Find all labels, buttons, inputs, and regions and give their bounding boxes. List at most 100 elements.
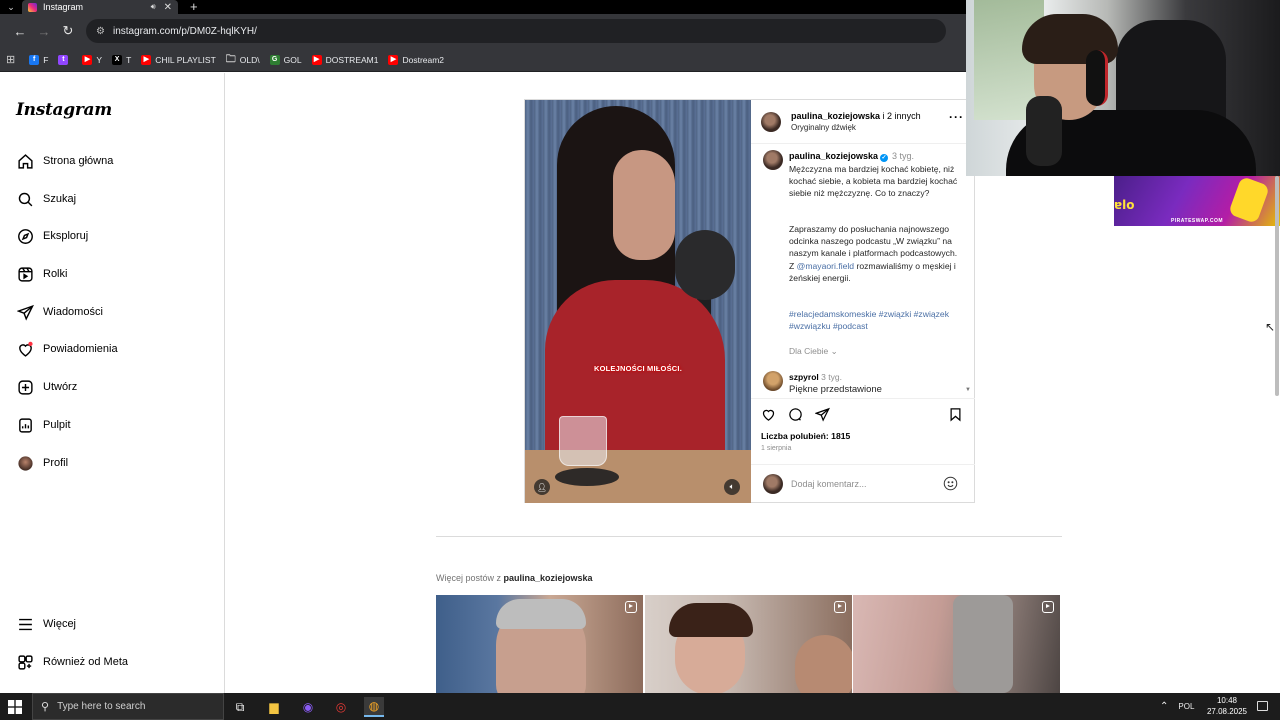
author-avatar[interactable] — [761, 112, 781, 132]
thumb1-hair — [496, 599, 586, 629]
caption-author-name[interactable]: paulina_koziejowska — [789, 151, 878, 161]
bookmark-item[interactable]: 🗀︎ OLD\ — [226, 54, 260, 65]
post-author[interactable]: paulina_koziejowska i 2 innych — [791, 111, 921, 121]
like-heart-icon[interactable] — [761, 407, 777, 423]
share-send-icon[interactable] — [814, 407, 831, 423]
bookmark-label: T — [126, 54, 132, 65]
app-icon[interactable]: ◉ — [298, 697, 318, 717]
tray-chevron-up-icon[interactable]: ⌃ — [1160, 701, 1168, 712]
add-comment-input[interactable] — [791, 477, 931, 491]
reels-icon — [16, 265, 34, 283]
heart-icon — [16, 340, 34, 358]
app-red-icon[interactable]: ◎ — [331, 697, 351, 717]
more-options-icon[interactable]: ··· — [949, 110, 964, 124]
taskbar-search-box[interactable]: ⚲ Type here to search — [32, 693, 224, 720]
page-scrollbar[interactable] — [1275, 176, 1279, 396]
browser-toolbar: ← → ↻ ⚙︎ instagram.com/p/DM0Z-hqlKYH/ — [0, 14, 966, 48]
tab-title: Instagram — [43, 2, 84, 12]
more-post-thumbnail-3[interactable] — [853, 595, 1060, 693]
more-post-thumbnail-2[interactable] — [645, 595, 852, 693]
sidebar-item-label: Profil — [43, 457, 69, 469]
bookmark-label: Dostream2 — [402, 54, 445, 65]
address-bar[interactable]: ⚙︎ instagram.com/p/DM0Z-hqlKYH/ — [86, 19, 946, 43]
bookmark-item[interactable]: t — [58, 54, 72, 65]
more-posts-prefix: Więcej postów z — [436, 573, 504, 583]
sidebar-item-create[interactable]: Utwórz — [16, 373, 77, 401]
caption-paragraph-2: Zapraszamy do posłuchania najnowszego od… — [789, 223, 959, 284]
webcam-microphone — [1026, 96, 1062, 166]
comment-author-name[interactable]: szpyrol — [789, 372, 819, 382]
sidebar-item-menu[interactable]: Więcej — [16, 610, 76, 638]
mention-link[interactable]: @mayaori.field — [797, 261, 854, 271]
apps-grid-icon[interactable]: ⊞ — [6, 53, 15, 66]
sidebar-item-reels[interactable]: Rolki — [16, 260, 67, 288]
tab-audio-icon[interactable]: 🔊︎ — [151, 2, 156, 12]
bookmark-item[interactable]: G GOL — [269, 54, 302, 65]
language-indicator[interactable]: POL — [1178, 702, 1194, 711]
save-bookmark-icon[interactable] — [948, 407, 964, 423]
browser-tab-strip: ⌄ Instagram 🔊︎ ✕ + — [0, 0, 966, 14]
more-post-thumbnail-1[interactable] — [436, 595, 643, 693]
reload-button[interactable]: ↻ — [56, 23, 80, 39]
bookmark-item[interactable]: XT — [112, 54, 132, 65]
post-audio-label[interactable]: Oryginalny dźwięk — [791, 123, 856, 132]
comment-bubble-icon[interactable] — [788, 407, 804, 423]
chrome-icon[interactable]: ◍ — [364, 697, 384, 717]
comments-scroll-down-icon[interactable]: ▼ — [965, 387, 971, 393]
banner-lightning-graphic — [1228, 176, 1270, 224]
taskbar-clock[interactable]: 10:48 27.08.2025 — [1204, 695, 1250, 717]
messages-icon — [16, 303, 34, 321]
new-tab-button[interactable]: + — [190, 0, 198, 14]
mouse-cursor-icon: ↖ — [1265, 320, 1276, 334]
banner-text: PIRATESWAP.COM — [1170, 218, 1224, 224]
caption-author[interactable]: paulina_koziejowska ✓ 3 tyg. — [789, 151, 914, 162]
bookmark-item[interactable]: fF — [29, 54, 48, 65]
notification-center-icon[interactable] — [1257, 701, 1268, 711]
bookmark-favicon-icon: X — [112, 54, 123, 65]
post-date[interactable]: 1 sierpnia — [761, 445, 791, 452]
post-coauthors[interactable]: i 2 innych — [880, 111, 921, 121]
tab-search-chevron-icon[interactable]: ⌄ — [0, 0, 22, 14]
site-info-icon[interactable]: ⚙︎ — [96, 26, 105, 37]
system-tray: ⌃ POL — [1160, 693, 1194, 720]
sidebar-item-messages[interactable]: Wiadomości — [16, 298, 103, 326]
tagged-user-icon[interactable]: 👤︎ — [534, 479, 550, 495]
bookmark-item[interactable]: ▶ Dostream2 — [388, 54, 445, 65]
commenter-avatar[interactable] — [763, 371, 783, 391]
sidebar-item-search[interactable]: Szukaj — [16, 185, 76, 213]
bookmark-item[interactable]: ▶ Y — [82, 54, 103, 65]
sidebar-item-meta[interactable]: Również od Meta — [16, 648, 128, 676]
bookmark-favicon-icon: t — [58, 54, 69, 65]
comment-text: Piękne przedstawione — [789, 384, 882, 395]
instagram-logo[interactable]: Instagram — [16, 100, 112, 120]
post-author-name[interactable]: paulina_koziejowska — [791, 111, 880, 121]
sidebar-item-profile[interactable]: Profil — [16, 449, 68, 477]
tab-close-icon[interactable]: ✕ — [164, 2, 172, 13]
hashtags[interactable]: #relacjedamskomeskie #związki #związek #… — [789, 308, 959, 332]
back-button[interactable]: ← — [8, 24, 32, 39]
reel-video[interactable]: KOLEJNOŚCI MIŁOŚCI. 👤︎ 🔈︎ — [525, 100, 751, 503]
file-explorer-icon[interactable]: ▆ — [264, 697, 284, 717]
audio-toggle-icon[interactable]: 🔈︎ — [724, 479, 740, 495]
bookmark-label: DOSTREAM1 — [325, 54, 379, 65]
like-count[interactable]: Liczba polubień: 1815 — [761, 431, 850, 441]
windows-start-icon[interactable] — [8, 700, 22, 714]
sidebar-item-label: Utwórz — [43, 381, 78, 393]
bookmark-label: Y — [96, 54, 103, 65]
forward-button[interactable]: → — [32, 24, 56, 39]
sidebar-item-heart[interactable]: Powiadomienia — [16, 335, 118, 363]
sidebar-item-dashboard[interactable]: Pulpit — [16, 411, 71, 439]
caption-author-avatar[interactable] — [763, 150, 783, 170]
comment-author[interactable]: szpyrol 3 tyg. — [789, 372, 842, 382]
bookmark-item[interactable]: ▶ DOSTREAM1 — [311, 54, 379, 65]
chevron-down-icon: ⌄ — [830, 346, 838, 356]
more-posts-user[interactable]: paulina_koziejowska — [504, 573, 593, 583]
for-you-dropdown[interactable]: Dla Ciebie ⌄ — [789, 346, 838, 357]
emoji-picker-icon[interactable] — [943, 476, 958, 491]
bookmark-item[interactable]: ▶ CHIL PLAYLIST — [141, 54, 216, 65]
browser-tab-instagram[interactable]: Instagram 🔊︎ ✕ — [22, 0, 178, 14]
banner-decoration: ɐlo — [1114, 198, 1135, 212]
task-view-icon[interactable]: ⧉ — [230, 697, 250, 717]
sidebar-item-compass[interactable]: Eksploruj — [16, 222, 88, 250]
sidebar-item-home[interactable]: Strona główna — [16, 147, 113, 175]
